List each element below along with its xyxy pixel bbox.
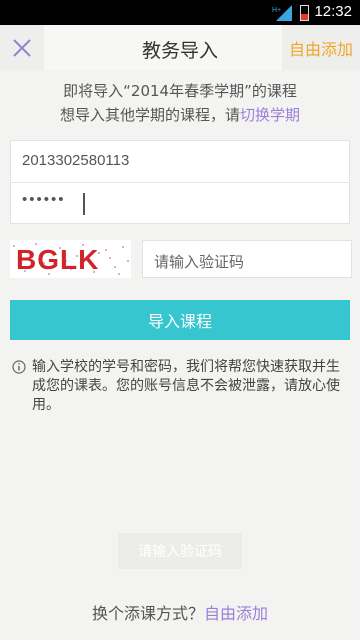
title-bar: 教务导入 自由添加 <box>0 25 360 70</box>
battery-icon <box>300 5 309 21</box>
toast-message: 请输入验证码 <box>118 533 242 569</box>
free-add-button[interactable]: 自由添加 <box>282 25 360 70</box>
status-time: 12:32 <box>314 3 352 20</box>
network-type-label: H+ <box>272 7 281 14</box>
privacy-info-text: 输入学校的学号和密码，我们将帮您快速获取并生成您的课表。您的账号信息不会被泄露，… <box>32 359 340 413</box>
status-bar: H+ 12:32 <box>0 0 360 25</box>
signal-icon: H+ <box>272 5 292 21</box>
footer-free-add-link[interactable]: 自由添加 <box>204 604 268 623</box>
notice-prefix: 想导入其他学期的课程，请 <box>59 106 240 124</box>
import-courses-button[interactable]: 导入课程 <box>10 300 350 340</box>
student-id-field[interactable]: 2013302580113 <box>11 141 349 183</box>
student-id-value: 2013302580113 <box>22 152 130 169</box>
password-field[interactable]: •••••• <box>11 183 349 224</box>
password-value: •••••• <box>22 191 66 208</box>
semester-notice-line2: 想导入其他学期的课程，请切换学期 <box>0 104 360 125</box>
semester-notice-line1: 即将导入“2014年春季学期”的课程 <box>63 82 297 100</box>
captcha-image[interactable]: BGLK <box>10 240 131 278</box>
text-cursor <box>83 193 85 215</box>
captcha-input[interactable]: 请输入验证码 <box>142 240 352 278</box>
footer-prefix: 换个添课方式？ <box>91 604 204 623</box>
info-icon <box>12 360 26 374</box>
captcha-placeholder: 请输入验证码 <box>154 253 245 271</box>
login-form: 2013302580113 •••••• <box>10 140 350 224</box>
switch-semester-link[interactable]: 切换学期 <box>240 106 300 124</box>
footer-switch-method: 换个添课方式？自由添加 <box>0 600 360 624</box>
captcha-text: BGLK <box>16 244 100 275</box>
